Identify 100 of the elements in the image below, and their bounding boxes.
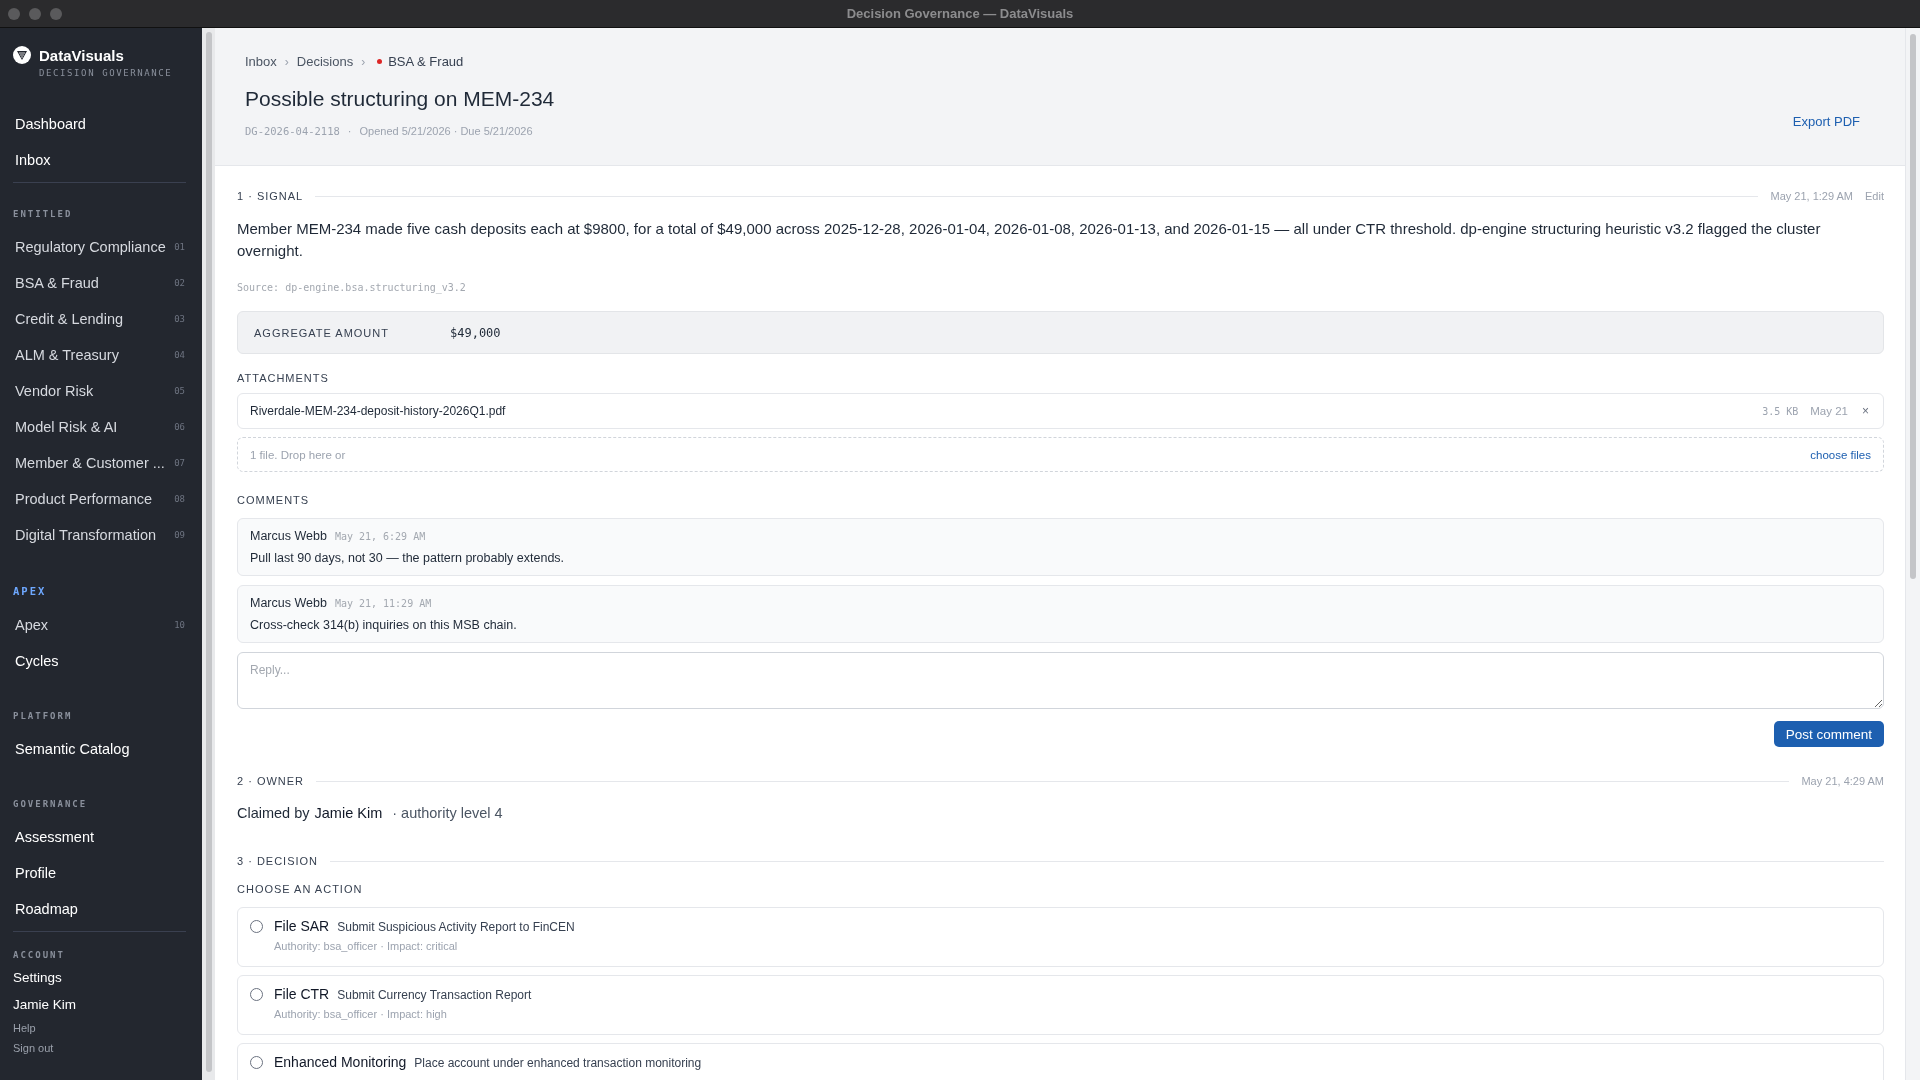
nav-count: 06 <box>174 422 185 432</box>
nav-item[interactable]: Roadmap <box>0 891 202 927</box>
choose-files-link[interactable]: choose files <box>1810 448 1871 461</box>
attachment-name[interactable]: Riverdale-MEM-234-deposit-history-2026Q1.pdf <box>250 404 1751 418</box>
nav-count: 07 <box>174 458 185 468</box>
nav-item[interactable]: Vendor Risk 05 <box>0 373 202 409</box>
nav-item[interactable]: Cycles <box>0 643 202 679</box>
page-title: Possible structuring on MEM-234 <box>245 87 555 111</box>
nav-count: 03 <box>174 314 185 324</box>
nav-label: Apex <box>15 617 49 633</box>
user-name[interactable]: Jamie Kim <box>0 991 89 1018</box>
nav-item[interactable]: Regulatory Compliance 01 <box>0 229 202 265</box>
reply-field[interactable]: Reply... <box>237 652 1884 709</box>
nav-item[interactable]: Profile <box>0 855 202 891</box>
option-description: Place account under enhanced transaction monitoring <box>414 1056 702 1070</box>
claimed-label: Claimed by <box>237 805 310 821</box>
attachment-size: 3.5 KB <box>1762 405 1799 417</box>
logo-icon <box>13 46 31 64</box>
section-heading: PLATFORM <box>12 711 73 721</box>
nav-item[interactable]: Dashboard <box>0 106 202 142</box>
export-pdf-link[interactable]: Export PDF <box>1792 114 1860 129</box>
option-meta: Authority: bsa_officer · Impact: high <box>274 1008 448 1020</box>
nav-label: Digital Transformation <box>15 527 157 543</box>
breadcrumb-link[interactable]: Decisions <box>296 54 354 69</box>
signal-source: Source: dp-engine.bsa.structuring_v3.2 <box>237 282 467 293</box>
nav-count: 01 <box>174 242 185 252</box>
nav-count: 08 <box>174 494 185 504</box>
drop-zone[interactable]: 1 file. Drop here or choose files <box>237 437 1884 472</box>
comment-text: Pull last 90 days, not 30 — the pattern probably extends. <box>250 551 566 565</box>
nav-item[interactable]: Inbox <box>0 142 202 178</box>
window-zoom-button[interactable] <box>50 7 62 20</box>
owner-name: Jamie Kim <box>314 805 383 821</box>
comment-time: May 21, 11:29 AM <box>334 598 432 609</box>
metric-label: AGGREGATE AMOUNT <box>254 326 390 339</box>
decision-dates: Opened 5/21/2026 · Due 5/21/2026 <box>359 125 533 137</box>
window-minimize-button[interactable] <box>29 7 41 20</box>
comments-label: COMMENTS <box>237 494 311 506</box>
section-title: 1 · SIGNAL <box>237 190 304 202</box>
breadcrumb-current: BSA & Fraud <box>388 54 464 69</box>
breadcrumb-separator: › <box>361 54 366 69</box>
metric-value: $49,000 <box>450 325 501 340</box>
nav-label: Regulatory Compliance <box>15 239 166 255</box>
scrollbar-thumb[interactable] <box>205 32 212 1072</box>
breadcrumb-separator: › <box>284 54 289 69</box>
signal-text: Member MEM-234 made five cash deposits each at $9800, for a total of $49,000 across 2025-12-28, 2026-01-04, 2026-01-08, 2026-01-13, and 2026-01-15 — all under CTR threshold. dp-engine structuring heuristic v3.2 flagged the cluster overnight. <box>237 219 1822 261</box>
nav-item[interactable]: Assessment <box>0 819 202 855</box>
section-heading: ENTITLED <box>12 209 73 219</box>
brand-name: DataVisuals <box>39 46 124 64</box>
nav-item[interactable]: Member & Customer ... 07 <box>0 445 202 481</box>
window-close-button[interactable] <box>8 7 20 20</box>
section-time: May 21, 4:29 AM <box>1801 775 1884 787</box>
nav-item[interactable]: Product Performance 08 <box>0 481 202 517</box>
choose-action-label: CHOOSE AN ACTION <box>237 883 364 895</box>
nav-item[interactable]: Semantic Catalog <box>0 731 202 767</box>
window-title: Decision Governance — DataVisuals <box>846 6 1074 21</box>
section-title: 2 · OWNER <box>237 775 305 787</box>
action-option[interactable]: File CTR Submit Currency Transaction Report Authority: bsa_officer · Impact: high <box>237 975 1884 1035</box>
help-link[interactable]: Help <box>0 1018 49 1038</box>
nav-item[interactable]: Digital Transformation 09 <box>0 517 202 553</box>
breadcrumb-link[interactable]: Inbox <box>245 54 277 69</box>
section-heading: GOVERNANCE <box>12 799 88 809</box>
nav-count: 10 <box>174 620 185 630</box>
option-description: Submit Currency Transaction Report <box>337 988 532 1002</box>
nav-item[interactable]: BSA & Fraud 02 <box>0 265 202 301</box>
decision-id: DG-2026-04-2118 <box>245 125 340 137</box>
nav-count: 09 <box>174 530 185 540</box>
nav-item[interactable]: Apex 10 <box>0 607 202 643</box>
nav-count: 04 <box>174 350 185 360</box>
scrollbar-thumb[interactable] <box>1910 34 1916 579</box>
nav-label: Member & Customer ... <box>15 455 165 471</box>
nav-count: 02 <box>174 278 185 288</box>
comment-author: Marcus Webb <box>250 529 327 543</box>
nav-item[interactable]: Credit & Lending 03 <box>0 301 202 337</box>
post-comment-button[interactable]: Post comment <box>1773 721 1884 747</box>
section-time: May 21, 1:29 AM <box>1770 190 1854 202</box>
nav-item[interactable]: Model Risk & AI 06 <box>0 409 202 445</box>
comment-author: Marcus Webb <box>250 596 327 610</box>
drop-text: 1 file. Drop here or <box>250 448 346 461</box>
nav-label: ALM & Treasury <box>15 347 119 363</box>
nav-label: Credit & Lending <box>15 311 123 327</box>
section-title: 3 · DECISION <box>237 855 319 867</box>
attachment-date: May 21 <box>1810 405 1848 417</box>
nav-label: Model Risk & AI <box>15 419 118 435</box>
sign-out-link[interactable]: Sign out <box>0 1038 67 1058</box>
brand-tagline: DECISION GOVERNANCE <box>38 68 173 78</box>
nav-count: 05 <box>174 386 185 396</box>
comment-time: May 21, 6:29 AM <box>334 531 426 542</box>
option-meta: Authority: bsa_officer · Impact: critical <box>274 940 459 952</box>
action-option[interactable]: File SAR Submit Suspicious Activity Report to FinCEN Authority: bsa_officer · Impact: critical <box>237 907 1884 967</box>
remove-button[interactable]: × <box>1860 404 1871 418</box>
section-heading: APEX <box>12 585 47 597</box>
option-title: File SAR <box>274 918 330 934</box>
section-heading: ACCOUNT <box>12 950 65 960</box>
action-option[interactable]: Enhanced Monitoring Place account under enhanced transaction monitoring <box>237 1043 1884 1080</box>
comment-text: Cross-check 314(b) inquiries on this MSB chain. <box>250 618 518 632</box>
nav-label: BSA & Fraud <box>15 275 99 291</box>
authority-level: · authority level 4 <box>392 805 503 821</box>
nav-item[interactable]: ALM & Treasury 04 <box>0 337 202 373</box>
option-title: Enhanced Monitoring <box>274 1054 407 1070</box>
settings-link[interactable]: Settings <box>0 964 75 991</box>
